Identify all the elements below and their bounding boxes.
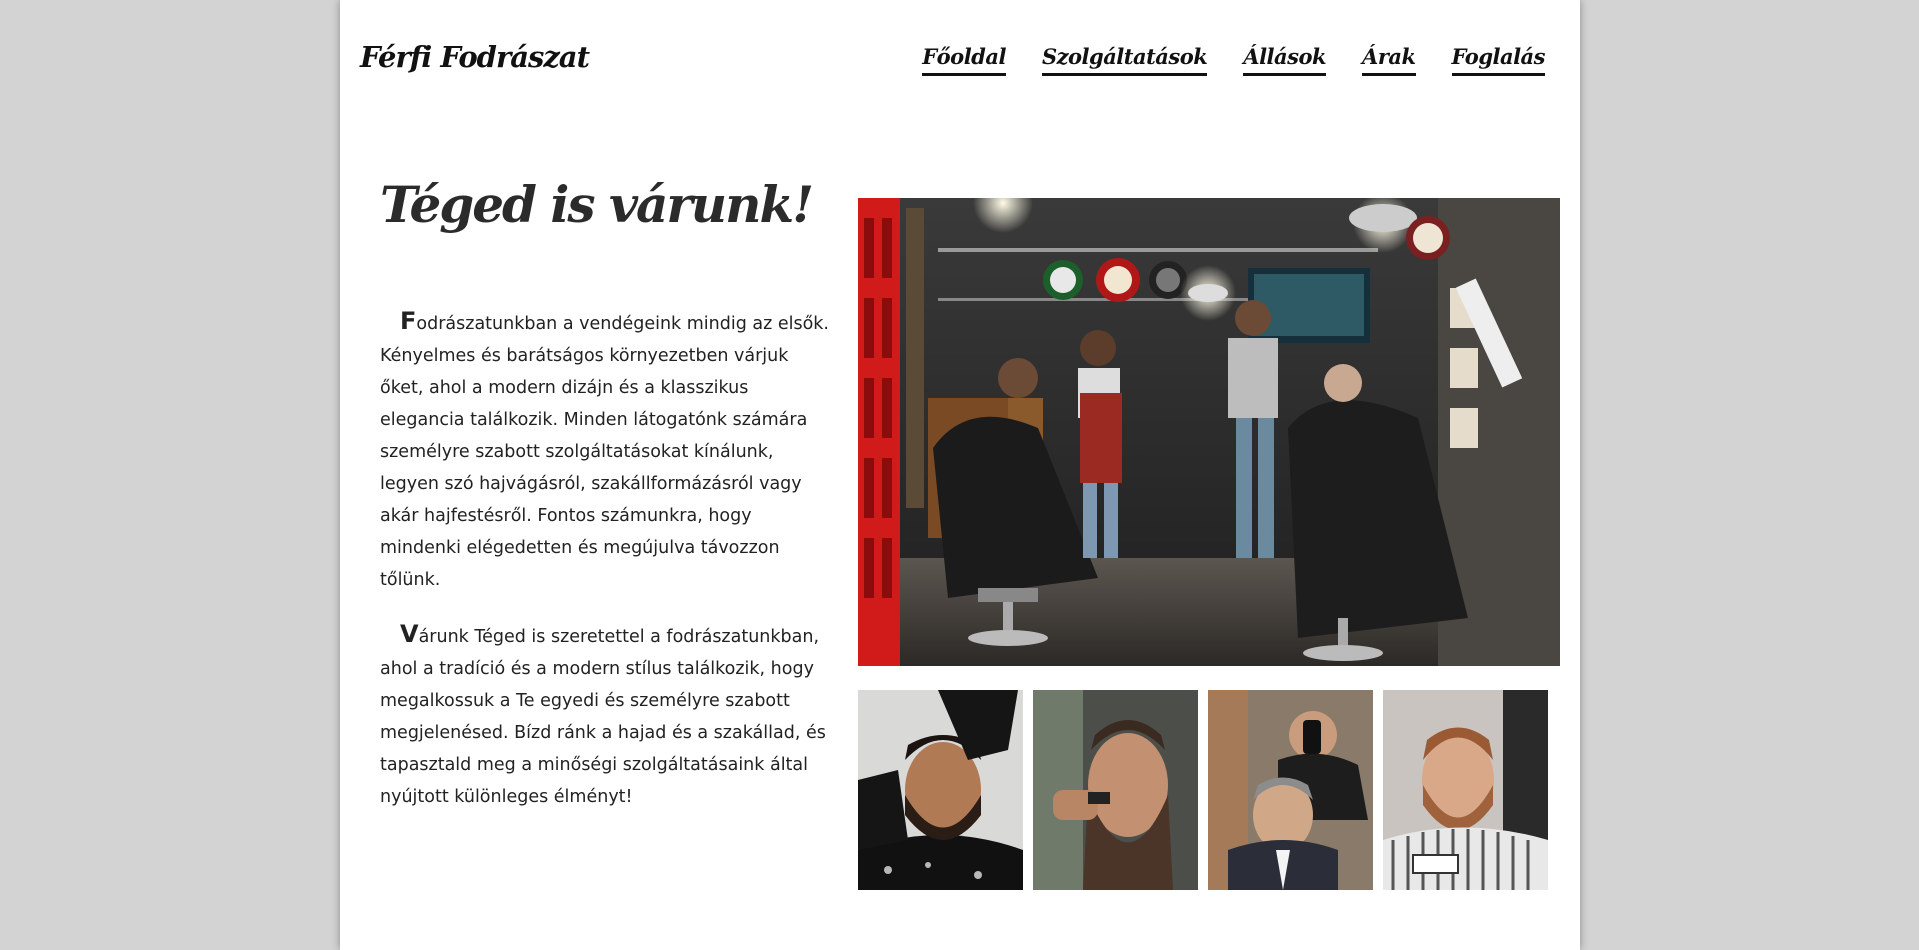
gallery-thumbnails xyxy=(858,690,1548,890)
paragraph-text: árunk Téged is szeretettel a fodrászatun… xyxy=(380,627,826,807)
page-container: Férfi Fodrászat Főoldal Szolgáltatások Á… xyxy=(340,0,1580,950)
intro-paragraph-1: Fodrászatunkban a vendégeink mindig az e… xyxy=(380,305,830,596)
nav-item-foglalas[interactable]: Foglalás xyxy=(1451,44,1546,76)
nav-item-allasok[interactable]: Állások xyxy=(1243,44,1327,76)
intro-paragraph-2: Várunk Téged is szeretettel a fodrászatu… xyxy=(380,618,830,813)
paragraph-text: odrászatunkban a vendégeink mindig az el… xyxy=(380,314,829,590)
nav-item-arak[interactable]: Árak xyxy=(1362,44,1416,76)
gallery-photo-beard-shave[interactable] xyxy=(1033,690,1198,890)
gallery-photo-beard-trim[interactable] xyxy=(858,690,1023,890)
barbershop-hero-image xyxy=(858,198,1560,666)
gallery-photo-haircut-clipper[interactable] xyxy=(1208,690,1373,890)
nav-item-fooldal[interactable]: Főoldal xyxy=(922,44,1006,76)
dropcap: V xyxy=(400,620,419,648)
nav-item-szolgaltatasok[interactable]: Szolgáltatások xyxy=(1041,44,1208,76)
page-headline: Téged is várunk! xyxy=(380,175,814,234)
main-nav: Főoldal Szolgáltatások Állások Árak Fogl… xyxy=(922,44,1546,76)
gallery-photo-smiling-customer[interactable] xyxy=(1383,690,1548,890)
dropcap: F xyxy=(400,307,417,335)
intro-text: Fodrászatunkban a vendégeink mindig az e… xyxy=(380,305,830,835)
site-logo[interactable]: Férfi Fodrászat xyxy=(360,40,590,74)
